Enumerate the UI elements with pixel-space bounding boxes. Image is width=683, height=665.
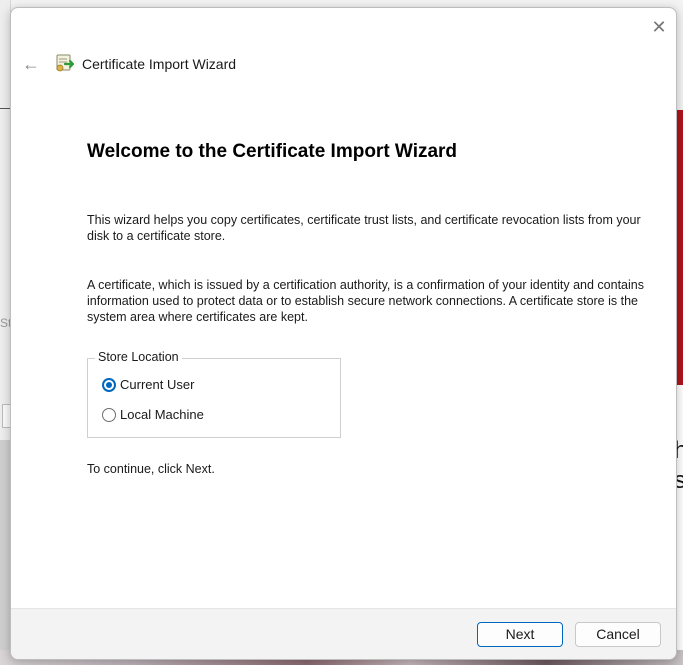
radio-unselected-icon[interactable]	[102, 407, 116, 422]
store-location-legend: Store Location	[95, 350, 182, 364]
close-icon: ✕	[651, 17, 667, 37]
certificate-import-wizard-dialog: ✕ ← Certificate Import Wizard Welcome to…	[10, 7, 677, 660]
radio-selected-icon[interactable]	[102, 377, 116, 392]
store-location-group: Store Location Current User Local Machin…	[87, 350, 341, 438]
background-divider	[0, 108, 10, 109]
back-arrow-icon: ←	[22, 54, 40, 74]
radio-local-machine[interactable]: Local Machine	[102, 407, 204, 422]
next-button[interactable]: Next	[477, 622, 563, 647]
description-paragraph-1: This wizard helps you copy certificates,…	[87, 213, 641, 243]
window-title: Certificate Import Wizard	[82, 56, 237, 72]
background-white-panel	[676, 385, 683, 665]
page-heading: Welcome to the Certificate Import Wizard	[87, 141, 458, 162]
certificate-icon	[56, 54, 75, 72]
radio-local-machine-label[interactable]: Local Machine	[120, 407, 204, 422]
radio-current-user-label[interactable]: Current User	[120, 377, 194, 392]
close-button[interactable]: ✕	[647, 16, 671, 40]
background-red-panel	[676, 110, 683, 385]
continue-instruction: To continue, click Next.	[87, 462, 215, 476]
dialog-footer: Next Cancel	[11, 608, 676, 659]
description-paragraph-2: A certificate, which is issued by a cert…	[87, 278, 644, 324]
radio-current-user[interactable]: Current User	[102, 377, 194, 392]
back-button[interactable]: ←	[19, 52, 43, 76]
cancel-button[interactable]: Cancel	[575, 622, 661, 647]
